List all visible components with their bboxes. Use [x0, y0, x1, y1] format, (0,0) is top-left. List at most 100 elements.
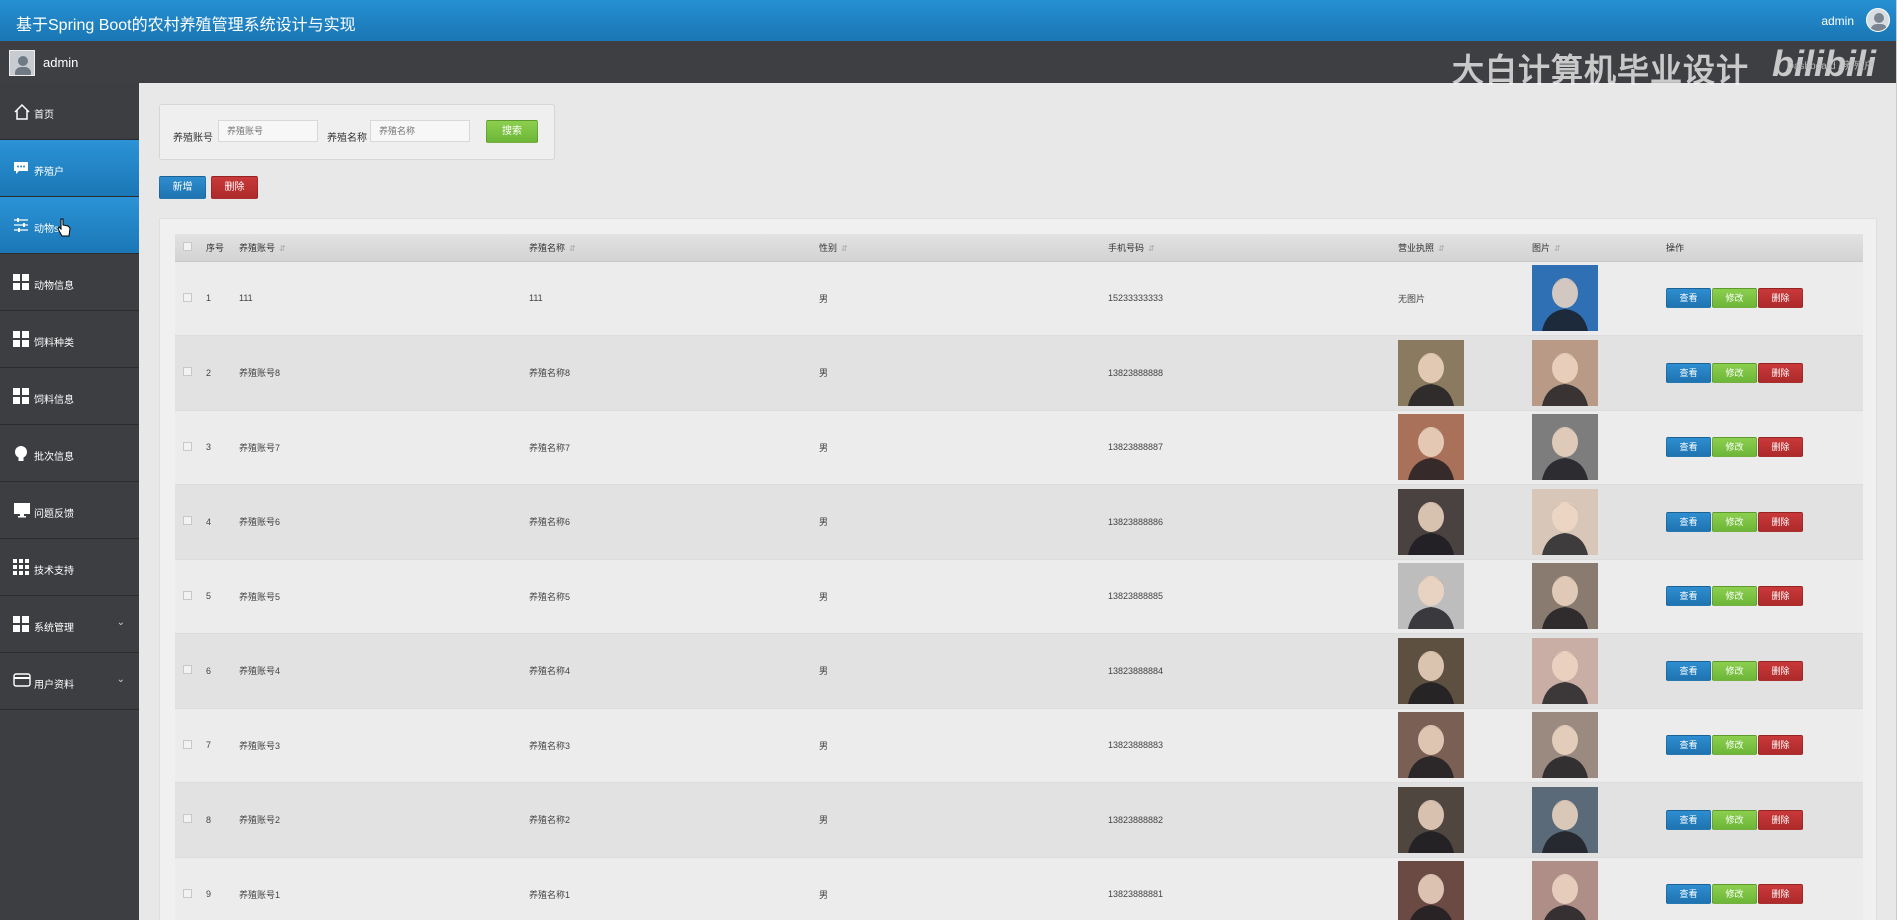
sidebar-item-feed-info[interactable]: 饲料信息: [0, 368, 139, 425]
header-photo-label: 图片: [1532, 242, 1551, 253]
batch-delete-button[interactable]: 删除: [211, 176, 258, 199]
table-row: 1 111 111 男 15233333333 无图片 查看 修改 删除: [175, 261, 1863, 336]
license-image[interactable]: [1398, 488, 1464, 555]
breeder-table: 序号 养殖账号 ⇵ 养殖名称 ⇵ 性别 ⇵ 手机号码 ⇵ 营业执照 ⇵ 图片 ⇵ 操作 11…: [175, 234, 1863, 920]
row-account: 养殖账号7: [235, 410, 525, 485]
header-gender[interactable]: 性别 ⇵: [815, 234, 1104, 262]
delete-button[interactable]: 删除: [1758, 362, 1803, 383]
delete-button[interactable]: 删除: [1758, 809, 1803, 830]
row-checkbox[interactable]: [183, 441, 192, 451]
photo-image[interactable]: [1532, 265, 1598, 332]
delete-button[interactable]: 删除: [1758, 586, 1803, 607]
edit-button[interactable]: 修改: [1712, 660, 1757, 681]
license-image[interactable]: [1398, 637, 1464, 704]
row-phone: 13823888884: [1104, 633, 1394, 709]
row-account: 111: [235, 261, 525, 336]
edit-button[interactable]: 修改: [1712, 437, 1757, 458]
row-name: 养殖名称2: [525, 782, 815, 858]
license-image[interactable]: [1398, 712, 1464, 779]
photo-image[interactable]: [1532, 861, 1598, 920]
table-row: 6 养殖账号4 养殖名称4 男 13823888884 查看 修改 删除: [175, 633, 1863, 709]
sidebar-item-feedback[interactable]: 问题反馈: [0, 482, 139, 539]
row-index: 7: [202, 708, 235, 783]
license-image[interactable]: [1398, 861, 1464, 920]
card-icon: [13, 673, 31, 689]
license-image[interactable]: [1398, 786, 1464, 853]
user-name: admin: [43, 55, 79, 70]
delete-button[interactable]: 删除: [1758, 660, 1803, 681]
select-all-checkbox[interactable]: [183, 241, 192, 251]
search-button[interactable]: 搜索: [486, 120, 538, 143]
sidebar-item-home[interactable]: 首页: [0, 83, 139, 140]
scrollbar[interactable]: [1896, 0, 1904, 920]
delete-button[interactable]: 删除: [1758, 735, 1803, 756]
row-checkbox[interactable]: [183, 814, 192, 824]
photo-image[interactable]: [1532, 414, 1598, 481]
license-image[interactable]: [1398, 339, 1464, 406]
delete-button[interactable]: 删除: [1758, 288, 1803, 309]
photo-image[interactable]: [1532, 488, 1598, 555]
name-search-input[interactable]: [370, 120, 470, 142]
edit-button[interactable]: 修改: [1712, 809, 1757, 830]
sidebar-item-breeders[interactable]: 养殖户: [0, 140, 139, 197]
row-checkbox[interactable]: [183, 516, 192, 526]
view-button[interactable]: 查看: [1666, 735, 1711, 756]
user-avatar-icon[interactable]: [9, 50, 35, 76]
row-checkbox[interactable]: [183, 888, 192, 898]
edit-button[interactable]: 修改: [1712, 511, 1757, 532]
header-account[interactable]: 养殖账号 ⇵: [235, 234, 525, 262]
table-row: 2 养殖账号8 养殖名称8 男 13823888888 查看 修改 删除: [175, 335, 1863, 411]
sidebar-item-support[interactable]: 技术支持: [0, 539, 139, 596]
row-gender: 男: [815, 708, 1104, 783]
row-account: 养殖账号2: [235, 782, 525, 858]
row-checkbox[interactable]: [183, 367, 192, 377]
row-checkbox[interactable]: [183, 739, 192, 749]
delete-button[interactable]: 删除: [1758, 884, 1803, 905]
sidebar-item-profile[interactable]: 用户资料 ⌄: [0, 653, 139, 710]
row-account: 养殖账号4: [235, 633, 525, 709]
row-checkbox[interactable]: [183, 665, 192, 675]
view-button[interactable]: 查看: [1666, 288, 1711, 309]
header-photo[interactable]: 图片 ⇵: [1528, 234, 1662, 262]
row-phone: 13823888882: [1104, 782, 1394, 858]
photo-image[interactable]: [1532, 637, 1598, 704]
sidebar-item-batch-info[interactable]: 批次信息: [0, 425, 139, 482]
delete-button[interactable]: 删除: [1758, 511, 1803, 532]
row-gender: 男: [815, 261, 1104, 336]
header-name[interactable]: 养殖名称 ⇵: [525, 234, 815, 262]
row-checkbox[interactable]: [183, 292, 192, 302]
sidebar-item-animal-info[interactable]: 动物信息: [0, 254, 139, 311]
header-phone[interactable]: 手机号码 ⇵: [1104, 234, 1394, 262]
row-checkbox[interactable]: [183, 590, 192, 600]
sidebar-item-feed-types[interactable]: 饲料种类: [0, 311, 139, 368]
photo-image[interactable]: [1532, 339, 1598, 406]
photo-image[interactable]: [1532, 563, 1598, 630]
license-image[interactable]: [1398, 563, 1464, 630]
photo-image[interactable]: [1532, 786, 1598, 853]
grid-icon: [13, 388, 29, 404]
sidebar-item-system[interactable]: 系统管理 ⌄: [0, 596, 139, 653]
view-button[interactable]: 查看: [1666, 809, 1711, 830]
edit-button[interactable]: 修改: [1712, 586, 1757, 607]
header-license[interactable]: 营业执照 ⇵: [1394, 234, 1528, 262]
edit-button[interactable]: 修改: [1712, 362, 1757, 383]
view-button[interactable]: 查看: [1666, 660, 1711, 681]
license-image[interactable]: [1398, 414, 1464, 481]
add-button[interactable]: 新增: [159, 176, 206, 199]
view-button[interactable]: 查看: [1666, 362, 1711, 383]
row-name: 养殖名称5: [525, 559, 815, 634]
edit-button[interactable]: 修改: [1712, 884, 1757, 905]
header-username[interactable]: admin: [1821, 14, 1854, 28]
no-image-text: 无图片: [1398, 293, 1426, 304]
delete-button[interactable]: 删除: [1758, 437, 1803, 458]
view-button[interactable]: 查看: [1666, 437, 1711, 458]
account-search-input[interactable]: [218, 120, 318, 142]
header-avatar-icon[interactable]: [1866, 8, 1890, 32]
edit-button[interactable]: 修改: [1712, 735, 1757, 756]
view-button[interactable]: 查看: [1666, 884, 1711, 905]
view-button[interactable]: 查看: [1666, 586, 1711, 607]
view-button[interactable]: 查看: [1666, 511, 1711, 532]
edit-button[interactable]: 修改: [1712, 288, 1757, 309]
header-ops: 操作: [1662, 234, 1863, 262]
photo-image[interactable]: [1532, 712, 1598, 779]
